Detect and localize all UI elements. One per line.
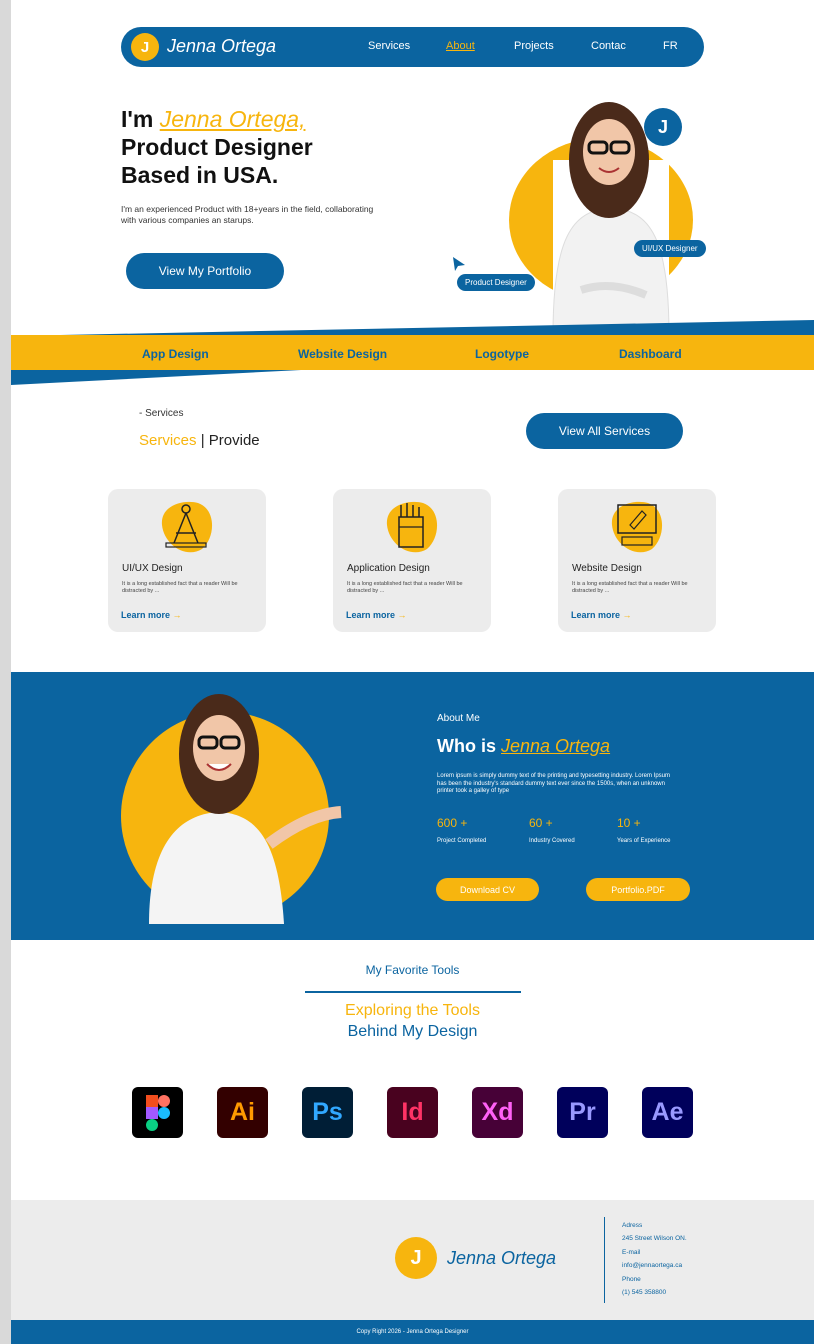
footer-phone[interactable]: (1) 545 358800 (622, 1289, 666, 1296)
nav-link-language[interactable]: FR (663, 40, 678, 52)
chip-uiux-designer: UI/UX Designer (634, 240, 706, 257)
stat-projects-value: 600 + (437, 816, 468, 830)
hero-heading: I'm Jenna Ortega, (121, 106, 305, 133)
tools-divider (305, 991, 521, 993)
about-title: Who is Jenna Ortega (437, 736, 610, 757)
xd-icon[interactable]: Xd (472, 1087, 523, 1138)
stat-industry-label: Industry Covered (529, 838, 575, 844)
learn-more-label: Learn more (346, 610, 396, 620)
premiere-icon[interactable]: Pr (557, 1087, 608, 1138)
about-portrait (121, 694, 342, 924)
learn-more-link[interactable]: Learn more → (346, 610, 407, 620)
footer-adress: 245 Street Wilson ON. (622, 1235, 687, 1242)
hero-location: Based in USA. (121, 162, 279, 188)
pencil-cup-icon (386, 501, 438, 553)
arrow-right-icon: → (172, 610, 182, 620)
service-card-title: UI/UX Design (122, 563, 183, 574)
footer-email-label: E-mail (622, 1249, 641, 1256)
indesign-icon[interactable]: Id (387, 1087, 438, 1138)
chip-product-designer: Product Designer (457, 274, 535, 291)
hero-name: Jenna Ortega, (159, 106, 306, 132)
band-item-logotype: Logotype (475, 347, 529, 361)
about-label: About Me (437, 713, 480, 724)
site-name[interactable]: Jenna Ortega (167, 36, 276, 57)
services-title-rest: | Provide (196, 432, 260, 449)
footer-email[interactable]: info@jennaortega.ca (622, 1262, 682, 1269)
view-portfolio-button[interactable]: View My Portfolio (126, 253, 284, 289)
cursor-icon (453, 257, 465, 271)
about-title-prefix: Who is (437, 736, 501, 756)
service-card-text: It is a long established fact that a rea… (347, 581, 463, 594)
service-card-uiux[interactable]: UI/UX Design It is a long established fa… (108, 489, 266, 632)
tools-label: My Favorite Tools (365, 963, 460, 977)
service-card-title: Application Design (347, 563, 430, 574)
footer-divider (604, 1217, 605, 1303)
about-section: About Me Who is Jenna Ortega Lorem ipsum… (11, 672, 814, 940)
service-card-title: Website Design (572, 563, 642, 574)
footer-phone-label: Phone (622, 1276, 641, 1283)
hero-badge: J (644, 108, 682, 146)
arrow-right-icon: → (397, 610, 407, 620)
nav-link-projects[interactable]: Projects (514, 40, 554, 52)
learn-more-link[interactable]: Learn more → (121, 610, 182, 620)
service-card-text: It is a long established fact that a rea… (122, 581, 238, 594)
copyright-bar: Copy Right 2026 - Jenna Ortega Designer (11, 1320, 814, 1344)
nav-link-services[interactable]: Services (368, 40, 410, 52)
footer: J Jenna Ortega Adress 245 Street Wilson … (11, 1200, 814, 1320)
hero-role: Product Designer (121, 134, 313, 160)
service-card-text: It is a long established fact that a rea… (572, 581, 688, 594)
portfolio-pdf-button[interactable]: Portfolio.PDF (586, 878, 690, 901)
photoshop-icon[interactable]: Ps (302, 1087, 353, 1138)
learn-more-label: Learn more (571, 610, 621, 620)
learn-more-label: Learn more (121, 610, 171, 620)
arrow-right-icon: → (622, 610, 632, 620)
about-description: Lorem ipsum is simply dummy text of the … (437, 773, 670, 794)
view-all-services-button[interactable]: View All Services (526, 413, 683, 449)
band-item-dashboard: Dashboard (619, 347, 682, 361)
logo-badge[interactable]: J (131, 33, 159, 61)
tools-heading-2: Behind My Design (347, 1023, 478, 1040)
footer-adress-label: Adress (622, 1222, 643, 1229)
nav-link-about[interactable]: About (446, 40, 475, 52)
stat-projects-label: Project Completed (437, 838, 487, 844)
portfolio-page: J Jenna Ortega Services About Projects C… (11, 0, 814, 1344)
stat-industry-value: 60 + (529, 816, 553, 830)
compass-icon (161, 501, 213, 553)
services-title: Services | Provide (139, 432, 260, 449)
service-card-application[interactable]: Application Design It is a long establis… (333, 489, 491, 632)
stat-years-value: 10 + (617, 816, 641, 830)
illustrator-icon[interactable]: Ai (217, 1087, 268, 1138)
stat-years-label: Years of Experience (617, 838, 671, 844)
footer-name[interactable]: Jenna Ortega (447, 1248, 556, 1269)
top-navbar: J Jenna Ortega Services About Projects C… (121, 27, 704, 67)
figma-logo (145, 1094, 170, 1131)
hero-prefix: I'm (121, 106, 160, 132)
about-title-name: Jenna Ortega (501, 736, 611, 756)
footer-logo-badge[interactable]: J (395, 1237, 437, 1279)
figma-icon[interactable] (132, 1087, 183, 1138)
tools-heading-1: Exploring the Tools (345, 1002, 480, 1019)
after-effects-icon[interactable]: Ae (642, 1087, 693, 1138)
skills-band (11, 320, 814, 385)
service-card-website[interactable]: Website Design It is a long established … (558, 489, 716, 632)
learn-more-link[interactable]: Learn more → (571, 610, 632, 620)
hero-description: I'm an experienced Product with 18+years… (121, 204, 374, 225)
hero-portrait (509, 102, 693, 335)
services-title-accent: Services (139, 432, 197, 449)
band-item-website-design: Website Design (298, 347, 388, 361)
download-cv-button[interactable]: Download CV (436, 878, 539, 901)
services-crumb: - Services (139, 408, 184, 419)
nav-link-contact[interactable]: Contac (591, 40, 626, 52)
band-item-app-design: App Design (142, 347, 209, 361)
monitor-icon (611, 501, 663, 553)
